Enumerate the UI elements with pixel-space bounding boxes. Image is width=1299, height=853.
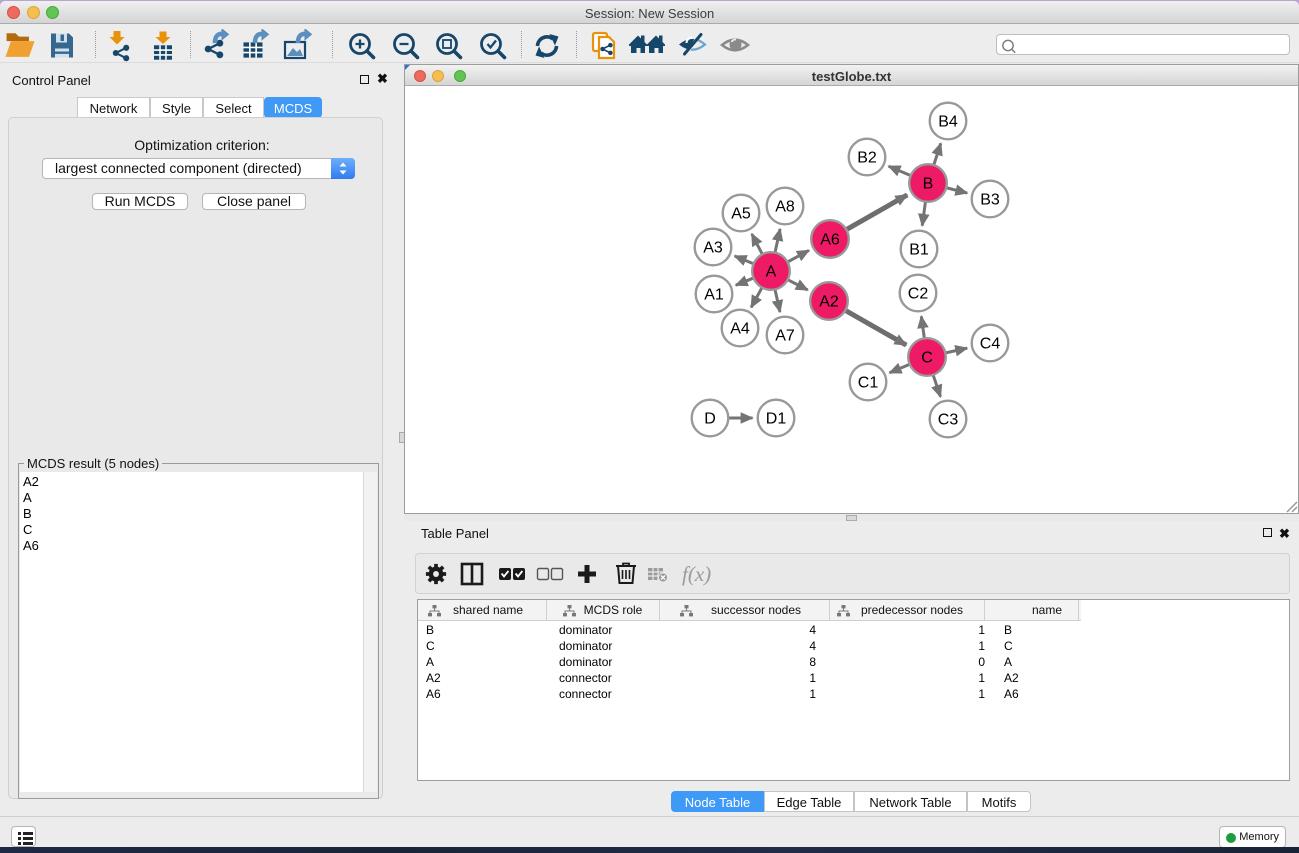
svg-text:C1: C1 (858, 375, 879, 392)
svg-text:C2: C2 (908, 286, 929, 303)
svg-text:C3: C3 (938, 412, 959, 429)
svg-text:A2: A2 (819, 294, 839, 311)
svg-text:A5: A5 (731, 206, 751, 223)
svg-text:A4: A4 (730, 321, 750, 338)
svg-text:D: D (704, 411, 716, 428)
svg-text:B2: B2 (857, 150, 877, 167)
svg-text:B3: B3 (980, 192, 1000, 209)
svg-text:A7: A7 (775, 328, 795, 345)
svg-text:f(x): f(x) (682, 562, 711, 586)
svg-text:B1: B1 (909, 242, 929, 259)
svg-text:C4: C4 (980, 336, 1001, 353)
svg-text:A1: A1 (704, 287, 724, 304)
svg-text:A3: A3 (703, 240, 723, 257)
svg-text:D1: D1 (766, 411, 787, 428)
svg-text:B4: B4 (938, 114, 958, 131)
svg-text:A8: A8 (775, 199, 795, 216)
svg-text:C: C (921, 350, 933, 367)
svg-text:B: B (923, 176, 934, 193)
svg-text:A: A (766, 264, 777, 281)
svg-text:A6: A6 (820, 232, 840, 249)
